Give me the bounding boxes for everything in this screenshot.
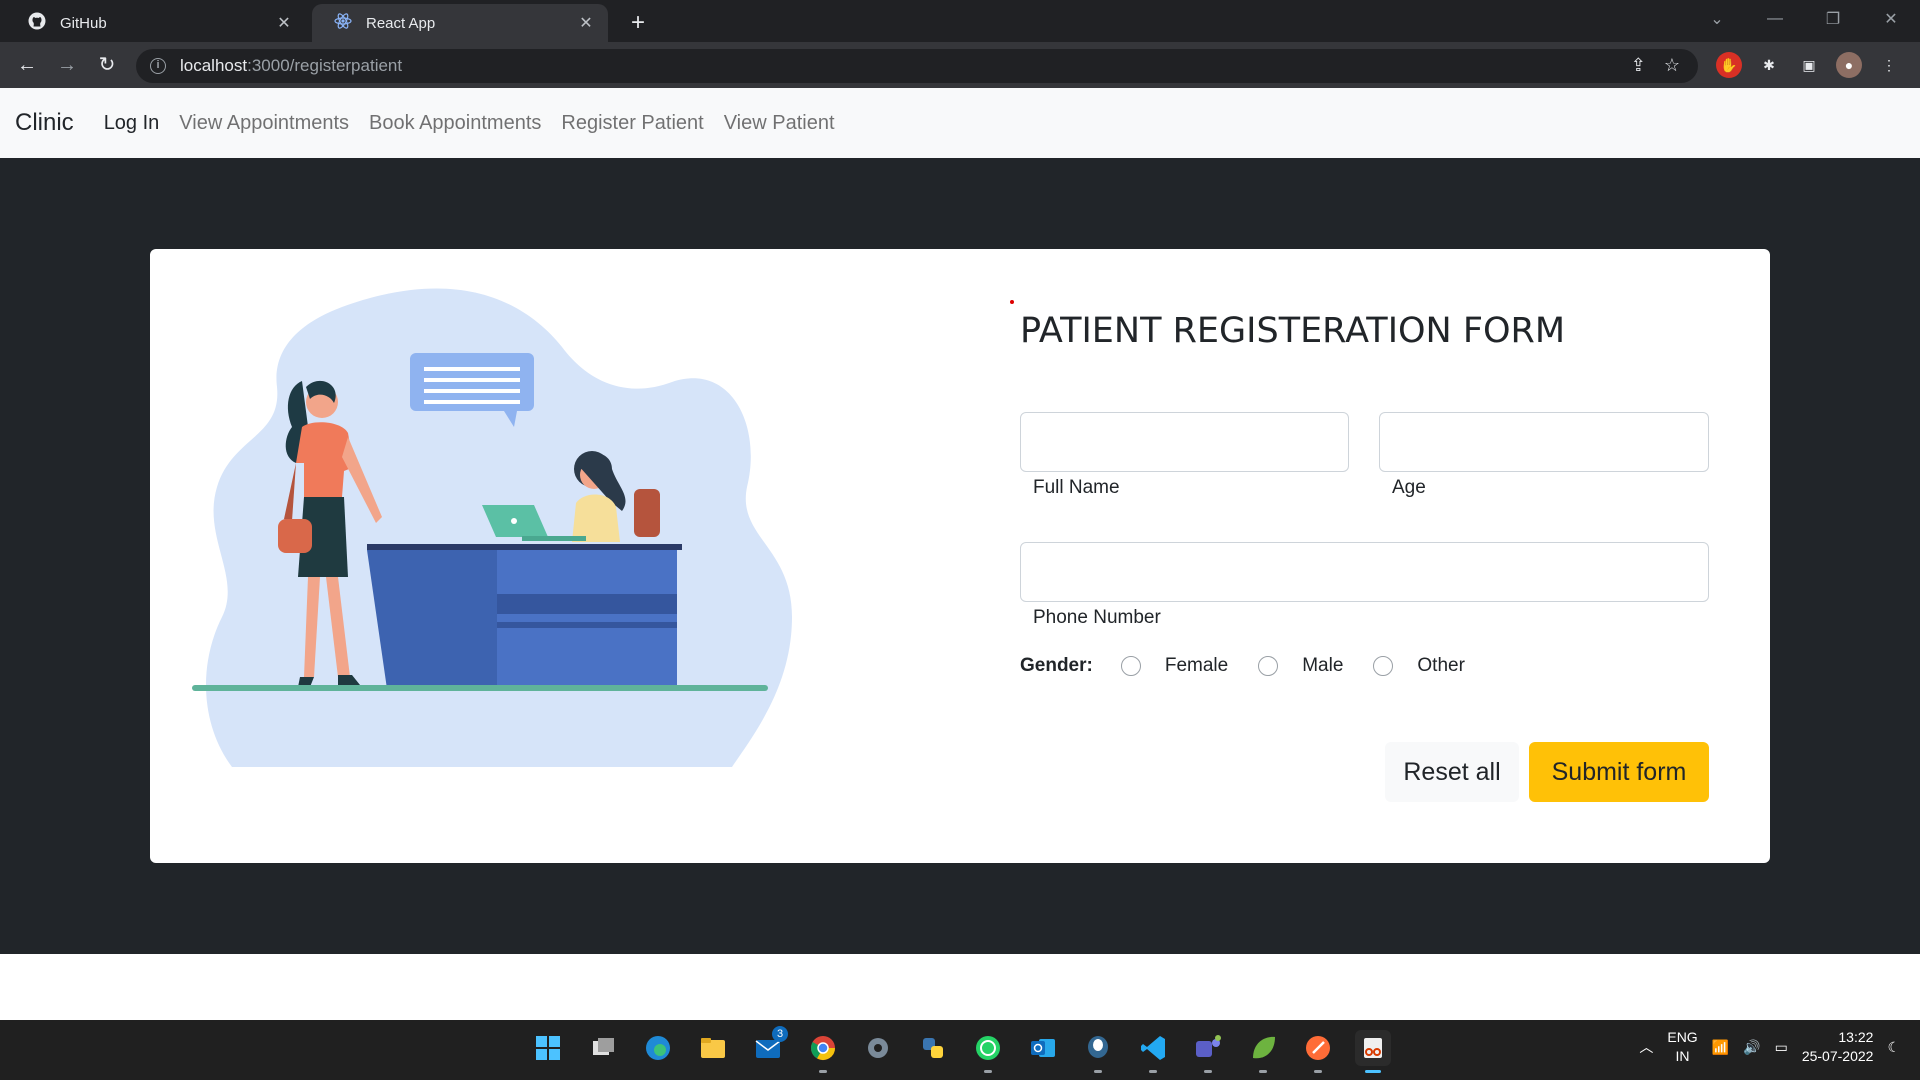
gender-female-label[interactable]: Female bbox=[1165, 655, 1228, 677]
postgresql-icon[interactable] bbox=[1080, 1030, 1116, 1073]
tab-search-icon[interactable]: ⌄ bbox=[1688, 9, 1746, 29]
tab-title: GitHub bbox=[60, 14, 107, 32]
edge-icon[interactable] bbox=[640, 1030, 676, 1066]
system-tray: ︿ ENG IN 📶 🔊 ▭ 13:22 25-07-2022 ☾ bbox=[1639, 1028, 1900, 1066]
gender-male-radio[interactable] bbox=[1258, 656, 1279, 676]
back-icon[interactable]: ← bbox=[14, 52, 40, 78]
extensions-area: ✋ ✱ ▣ ● ⋮ bbox=[1716, 52, 1902, 78]
page-footer-area bbox=[0, 954, 1920, 1020]
reload-icon[interactable]: ↻ bbox=[94, 52, 120, 78]
tab-react-app[interactable]: React App ✕ bbox=[312, 4, 608, 42]
teams-icon[interactable] bbox=[1190, 1030, 1226, 1073]
browser-toolbar: ← → ↻ i localhost:3000/registerpatient ⇪… bbox=[0, 42, 1920, 88]
nav-view-patient[interactable]: View Patient bbox=[724, 112, 835, 135]
snipping-tool-icon[interactable] bbox=[1355, 1030, 1391, 1073]
wifi-icon[interactable]: 📶 bbox=[1712, 1039, 1729, 1056]
battery-icon[interactable]: ▭ bbox=[1775, 1039, 1788, 1056]
browser-tabstrip: GitHub ✕ React App ✕ + ⌄ — ❐ ✕ bbox=[0, 0, 1920, 42]
address-bar[interactable]: i localhost:3000/registerpatient ⇪ ☆ bbox=[136, 49, 1698, 83]
taskbar-apps: 3 bbox=[530, 1026, 1391, 1073]
brand-logo[interactable]: Clinic bbox=[15, 109, 74, 137]
chrome-icon[interactable] bbox=[805, 1030, 841, 1073]
tab-github[interactable]: GitHub ✕ bbox=[6, 4, 306, 42]
github-icon bbox=[28, 12, 46, 34]
window-controls: ⌄ — ❐ ✕ bbox=[1688, 0, 1920, 38]
side-panel-icon[interactable]: ▣ bbox=[1796, 52, 1822, 78]
task-view-icon[interactable] bbox=[585, 1030, 621, 1066]
url-text[interactable]: localhost:3000/registerpatient bbox=[180, 56, 402, 76]
puzzle-icon[interactable]: ✱ bbox=[1756, 52, 1782, 78]
mail-icon[interactable]: 3 bbox=[750, 1026, 788, 1066]
vscode-icon[interactable] bbox=[1135, 1030, 1171, 1073]
reception-illustration bbox=[192, 288, 792, 767]
outlook-icon[interactable] bbox=[1025, 1030, 1061, 1066]
extension-red-icon[interactable]: ✋ bbox=[1716, 52, 1742, 78]
gender-other-radio[interactable] bbox=[1373, 656, 1394, 676]
react-icon bbox=[334, 12, 352, 34]
more-menu-icon[interactable]: ⋮ bbox=[1876, 52, 1902, 78]
avatar[interactable]: ● bbox=[1836, 52, 1862, 78]
tab-title: React App bbox=[366, 14, 436, 32]
registration-card: PATIENT REGISTERATION FORM Full Name Age… bbox=[150, 249, 1770, 863]
new-tab-button[interactable]: + bbox=[624, 9, 652, 37]
clock-date: 25-07-2022 bbox=[1801, 1048, 1874, 1064]
phone-number-label: Phone Number bbox=[1033, 607, 1161, 628]
gender-female-radio[interactable] bbox=[1120, 656, 1141, 676]
age-label: Age bbox=[1392, 477, 1426, 498]
form-title: PATIENT REGISTERATION FORM bbox=[1020, 311, 1566, 351]
nav-login[interactable]: Log In bbox=[104, 112, 160, 135]
reset-all-button[interactable]: Reset all bbox=[1385, 742, 1519, 802]
red-dot-mark bbox=[1010, 300, 1014, 304]
spring-tools-icon[interactable] bbox=[1245, 1030, 1281, 1073]
full-name-label: Full Name bbox=[1033, 477, 1120, 498]
mail-badge: 3 bbox=[772, 1026, 788, 1042]
moon-icon[interactable]: ☾ bbox=[1887, 1039, 1900, 1056]
gender-label: Gender: bbox=[1020, 655, 1093, 676]
language-indicator[interactable]: ENG IN bbox=[1667, 1028, 1697, 1066]
app-navbar: Clinic Log In View Appointments Book App… bbox=[0, 88, 1920, 158]
python-icon[interactable] bbox=[915, 1030, 951, 1066]
nav-register-patient[interactable]: Register Patient bbox=[561, 112, 703, 135]
share-icon[interactable]: ⇪ bbox=[1631, 55, 1646, 76]
gender-group: Gender: Female Male Other bbox=[1020, 655, 1495, 677]
clock-time: 13:22 bbox=[1838, 1029, 1874, 1045]
volume-icon[interactable]: 🔊 bbox=[1743, 1039, 1760, 1056]
close-window-icon[interactable]: ✕ bbox=[1862, 9, 1920, 29]
full-name-input[interactable] bbox=[1020, 412, 1349, 472]
windows-start-icon[interactable] bbox=[530, 1030, 566, 1066]
gender-male-label[interactable]: Male bbox=[1302, 655, 1343, 677]
omnibox-actions: ⇪ ☆ bbox=[1631, 55, 1680, 76]
site-info-icon[interactable]: i bbox=[150, 58, 166, 74]
forward-icon[interactable]: → bbox=[54, 52, 80, 78]
nav-view-appointments[interactable]: View Appointments bbox=[179, 112, 349, 135]
phone-number-input[interactable] bbox=[1020, 542, 1709, 602]
file-explorer-icon[interactable] bbox=[695, 1030, 731, 1066]
gender-other-label[interactable]: Other bbox=[1417, 655, 1465, 677]
restore-icon[interactable]: ❐ bbox=[1804, 9, 1862, 29]
age-input[interactable] bbox=[1379, 412, 1709, 472]
whatsapp-icon[interactable] bbox=[970, 1030, 1006, 1073]
windows-taskbar: 3 ︿ ENG IN 📶 🔊 ▭ 13:22 25-07-2022 ☾ bbox=[0, 1020, 1920, 1080]
close-icon[interactable]: ✕ bbox=[274, 13, 294, 33]
minimize-icon[interactable]: — bbox=[1746, 10, 1804, 28]
postman-icon[interactable] bbox=[1300, 1030, 1336, 1073]
nav-book-appointments[interactable]: Book Appointments bbox=[369, 112, 541, 135]
submit-form-button[interactable]: Submit form bbox=[1529, 742, 1709, 802]
main-section: PATIENT REGISTERATION FORM Full Name Age… bbox=[0, 158, 1920, 954]
clock[interactable]: 13:22 25-07-2022 bbox=[1802, 1028, 1874, 1066]
bookmark-star-icon[interactable]: ☆ bbox=[1664, 55, 1680, 76]
close-icon[interactable]: ✕ bbox=[576, 13, 596, 33]
chevron-up-icon[interactable]: ︿ bbox=[1639, 1037, 1653, 1057]
settings-gear-icon[interactable] bbox=[860, 1030, 896, 1066]
